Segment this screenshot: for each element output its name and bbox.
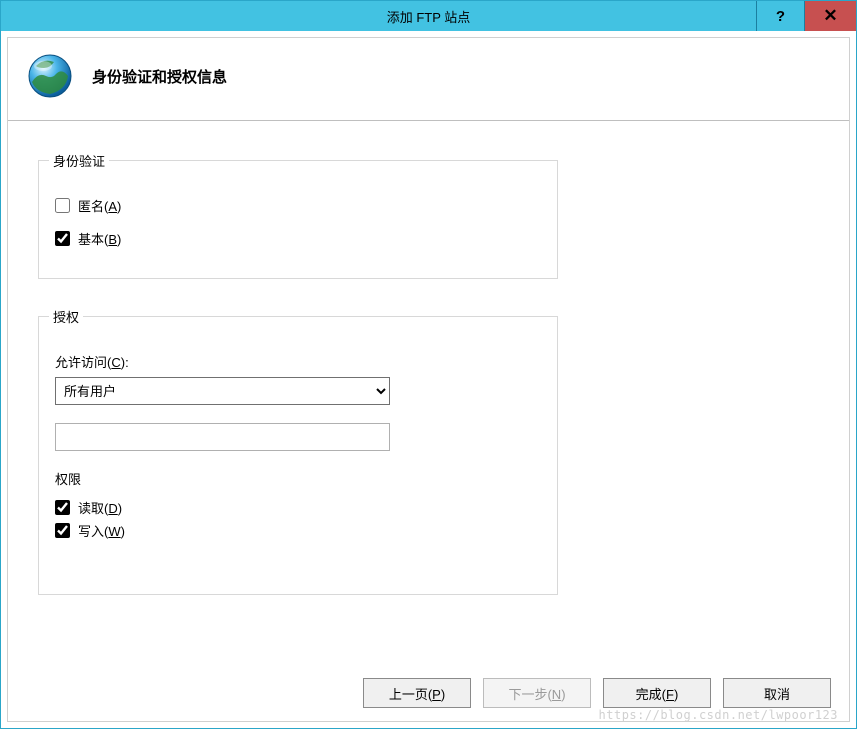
help-icon: ? xyxy=(776,8,785,25)
close-icon: ✕ xyxy=(823,6,837,26)
permissions-heading: 权限 xyxy=(55,469,541,488)
dialog-body: 身份验证和授权信息 身份验证 匿名(A) xyxy=(7,37,850,722)
write-text: 写入(W) xyxy=(78,521,125,540)
authorization-legend: 授权 xyxy=(49,307,83,326)
specify-textbox[interactable] xyxy=(55,423,390,451)
authentication-group: 身份验证 匿名(A) 基本(B) xyxy=(38,151,558,279)
close-button[interactable]: ✕ xyxy=(804,1,856,31)
help-button[interactable]: ? xyxy=(756,1,804,31)
anonymous-text: 匿名(A) xyxy=(78,196,121,215)
write-checkbox[interactable] xyxy=(55,523,70,538)
dialog-content: 身份验证 匿名(A) 基本(B) xyxy=(8,121,849,665)
dialog-header: 身份验证和授权信息 xyxy=(8,38,849,121)
authentication-legend: 身份验证 xyxy=(49,151,109,170)
write-checkbox-label[interactable]: 写入(W) xyxy=(55,521,541,540)
basic-checkbox-label[interactable]: 基本(B) xyxy=(55,229,541,248)
window-controls: ? ✕ xyxy=(756,1,856,31)
authorization-group: 授权 允许访问(C): 未选定所有用户匿名用户指定角色或用户组指定用户 权限 xyxy=(38,307,558,595)
page-title: 身份验证和授权信息 xyxy=(92,66,227,87)
allow-access-label: 允许访问(C): xyxy=(55,352,541,371)
globe-icon xyxy=(26,52,74,100)
dialog-window: 添加 FTP 站点 ? ✕ xyxy=(0,0,857,729)
anonymous-checkbox[interactable] xyxy=(55,198,70,213)
read-text: 读取(D) xyxy=(78,498,122,517)
next-button: 下一步(N) xyxy=(483,678,591,708)
finish-button[interactable]: 完成(F) xyxy=(603,678,711,708)
window-title: 添加 FTP 站点 xyxy=(1,7,856,26)
anonymous-checkbox-label[interactable]: 匿名(A) xyxy=(55,196,541,215)
read-checkbox-label[interactable]: 读取(D) xyxy=(55,498,541,517)
basic-text: 基本(B) xyxy=(78,229,121,248)
read-checkbox[interactable] xyxy=(55,500,70,515)
allow-access-select[interactable]: 未选定所有用户匿名用户指定角色或用户组指定用户 xyxy=(55,377,390,405)
basic-checkbox[interactable] xyxy=(55,231,70,246)
titlebar: 添加 FTP 站点 ? ✕ xyxy=(1,1,856,31)
dialog-footer: 上一页(P) 下一步(N) 完成(F) 取消 xyxy=(8,665,849,721)
cancel-button[interactable]: 取消 xyxy=(723,678,831,708)
prev-button[interactable]: 上一页(P) xyxy=(363,678,471,708)
